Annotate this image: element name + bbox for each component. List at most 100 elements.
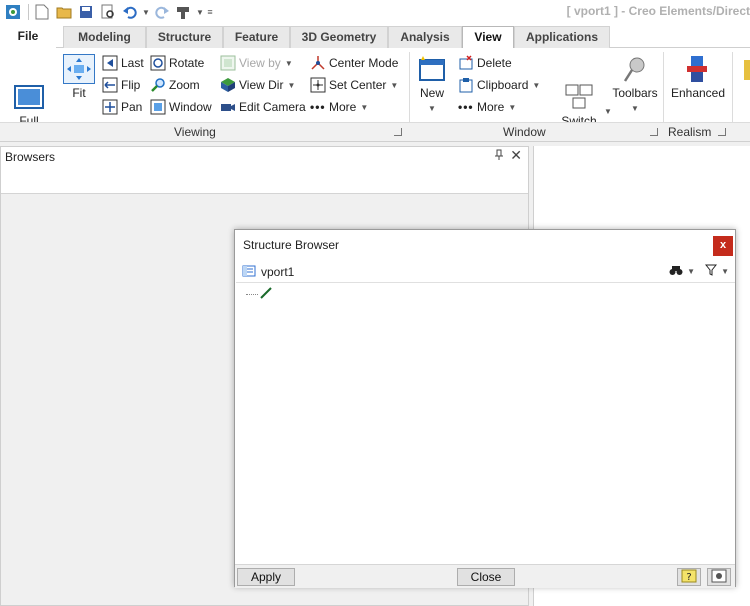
switch-windows-dropdown-icon[interactable]: ▼ [604, 107, 612, 116]
next-ribbon-button[interactable] [738, 54, 750, 86]
delete-window-button[interactable]: Delete [458, 54, 512, 72]
window-group-launcher-icon[interactable] [650, 128, 658, 136]
tab-analysis[interactable]: Analysis [388, 26, 462, 48]
new-file-icon[interactable] [32, 2, 52, 22]
tab-3d-geometry[interactable]: 3D Geometry [290, 26, 388, 48]
window-zoom-icon [150, 99, 166, 115]
delete-window-label: Delete [477, 56, 512, 70]
tab-feature[interactable]: Feature [223, 26, 290, 48]
viewing-group-launcher-icon[interactable] [394, 128, 402, 136]
open-folder-icon[interactable] [54, 2, 74, 22]
dialog-close-button[interactable]: x [713, 236, 733, 256]
new-window-icon [417, 54, 447, 84]
dialog-options-icon [711, 569, 727, 586]
clipboard-icon [458, 77, 474, 93]
last-button[interactable]: Last [102, 54, 144, 72]
tab-modeling[interactable]: Modeling [63, 26, 146, 48]
pin-icon[interactable] [494, 149, 504, 164]
app-logo-icon[interactable] [3, 2, 23, 22]
customize-qat-icon[interactable]: ≡ [206, 2, 214, 22]
enhanced-label: Enhanced [670, 86, 726, 100]
tab-structure[interactable]: Structure [146, 26, 223, 48]
filter-dropdown-icon: ▼ [721, 267, 729, 276]
print-preview-icon[interactable] [98, 2, 118, 22]
structure-browser-icon [242, 264, 256, 281]
view-dir-label: View Dir [239, 78, 284, 92]
more-dots-icon: ••• [310, 100, 326, 114]
help-button[interactable]: ? [677, 568, 701, 586]
browsers-title: Browsers [5, 150, 56, 164]
apply-button[interactable]: Apply [237, 568, 295, 586]
edit-camera-label: Edit Camera [239, 100, 306, 114]
tools-icon[interactable] [174, 2, 194, 22]
view-dir-button[interactable]: View Dir ▼ [220, 76, 295, 94]
window-more-label: More [477, 100, 505, 114]
toolbars-button[interactable]: Toolbars ▼ [612, 54, 658, 116]
close-button[interactable]: Close [457, 568, 515, 586]
viewing-group-label: Viewing [174, 125, 216, 139]
viewing-more-dropdown-icon: ▼ [360, 102, 369, 112]
tree-item[interactable] [246, 287, 272, 302]
realism-group-launcher-icon[interactable] [718, 128, 726, 136]
fit-label: Fit [72, 86, 86, 100]
filter-button[interactable]: ▼ [705, 264, 729, 279]
svg-text:?: ? [686, 572, 691, 583]
view-by-dropdown-icon: ▼ [284, 58, 293, 68]
structure-tree[interactable] [236, 284, 735, 562]
undo-icon[interactable] [120, 2, 140, 22]
view-by-icon [220, 55, 236, 71]
save-icon[interactable] [76, 2, 96, 22]
camera-icon [220, 99, 236, 115]
pan-button[interactable]: Pan [102, 98, 142, 116]
window-group-label: Window [503, 125, 546, 139]
last-label: Last [121, 56, 144, 70]
structure-browser-dialog: Structure Browser x vport1 ▼ ▼ Apply Clo… [234, 229, 736, 588]
fit-icon [63, 54, 95, 84]
clipboard-label: Clipboard [477, 78, 529, 92]
toolbars-label: Toolbars [612, 86, 658, 100]
partial-ribbon-icon [738, 54, 750, 84]
rotate-button[interactable]: Rotate [150, 54, 204, 72]
zoom-button[interactable]: Zoom [150, 76, 200, 94]
viewing-more-label: More [329, 100, 357, 114]
fit-button[interactable]: Fit [60, 54, 98, 100]
set-center-button[interactable]: Set Center ▼ [310, 76, 398, 94]
center-mode-icon [310, 55, 326, 71]
new-window-button[interactable]: New ▼ [414, 54, 450, 116]
window-zoom-button[interactable]: Window [150, 98, 212, 116]
pan-label: Pan [121, 100, 143, 114]
enhanced-button[interactable]: Enhanced [668, 54, 728, 100]
view-by-button[interactable]: View by ▼ [220, 54, 293, 72]
pan-icon [102, 99, 118, 115]
clipboard-button[interactable]: Clipboard ▼ [458, 76, 540, 94]
window-title: [ vport1 ] - Creo Elements/Direct [566, 4, 750, 18]
view-dir-dropdown-icon: ▼ [287, 80, 296, 90]
tab-view[interactable]: View [462, 26, 514, 49]
rotate-label: Rotate [169, 56, 205, 70]
window-more-dropdown-icon: ▼ [508, 102, 517, 112]
tab-file[interactable]: File [0, 26, 56, 48]
view-dir-icon [220, 77, 236, 93]
switch-windows-icon [564, 68, 594, 109]
find-button[interactable]: ▼ [669, 264, 695, 279]
quick-access-toolbar: ▼ ▼ ≡ [ vport1 ] - Creo Elements/Direct [0, 0, 750, 24]
delete-window-icon [458, 55, 474, 71]
window-more-button[interactable]: ••• More ▼ [458, 98, 516, 116]
edit-camera-button[interactable]: Edit Camera [220, 98, 306, 116]
redo-icon[interactable] [152, 2, 172, 22]
undo-dropdown-icon[interactable]: ▼ [142, 2, 150, 22]
enhanced-realism-icon [683, 54, 713, 84]
ribbon-group-labels: Viewing Window Realism [0, 122, 750, 142]
viewing-more-button[interactable]: ••• More ▼ [310, 98, 368, 116]
tab-applications[interactable]: Applications [514, 26, 610, 48]
center-mode-button[interactable]: Center Mode [310, 54, 398, 72]
qat-separator [28, 4, 29, 20]
flip-button[interactable]: Flip [102, 76, 140, 94]
dialog-options-button[interactable] [707, 568, 731, 586]
dialog-footer: Apply Close ? [235, 564, 735, 588]
tools-dropdown-icon[interactable]: ▼ [196, 2, 204, 22]
close-icon[interactable]: ✕ [510, 147, 522, 164]
flip-icon [102, 77, 118, 93]
binoculars-icon [669, 264, 683, 279]
pushpin-icon [620, 54, 650, 84]
